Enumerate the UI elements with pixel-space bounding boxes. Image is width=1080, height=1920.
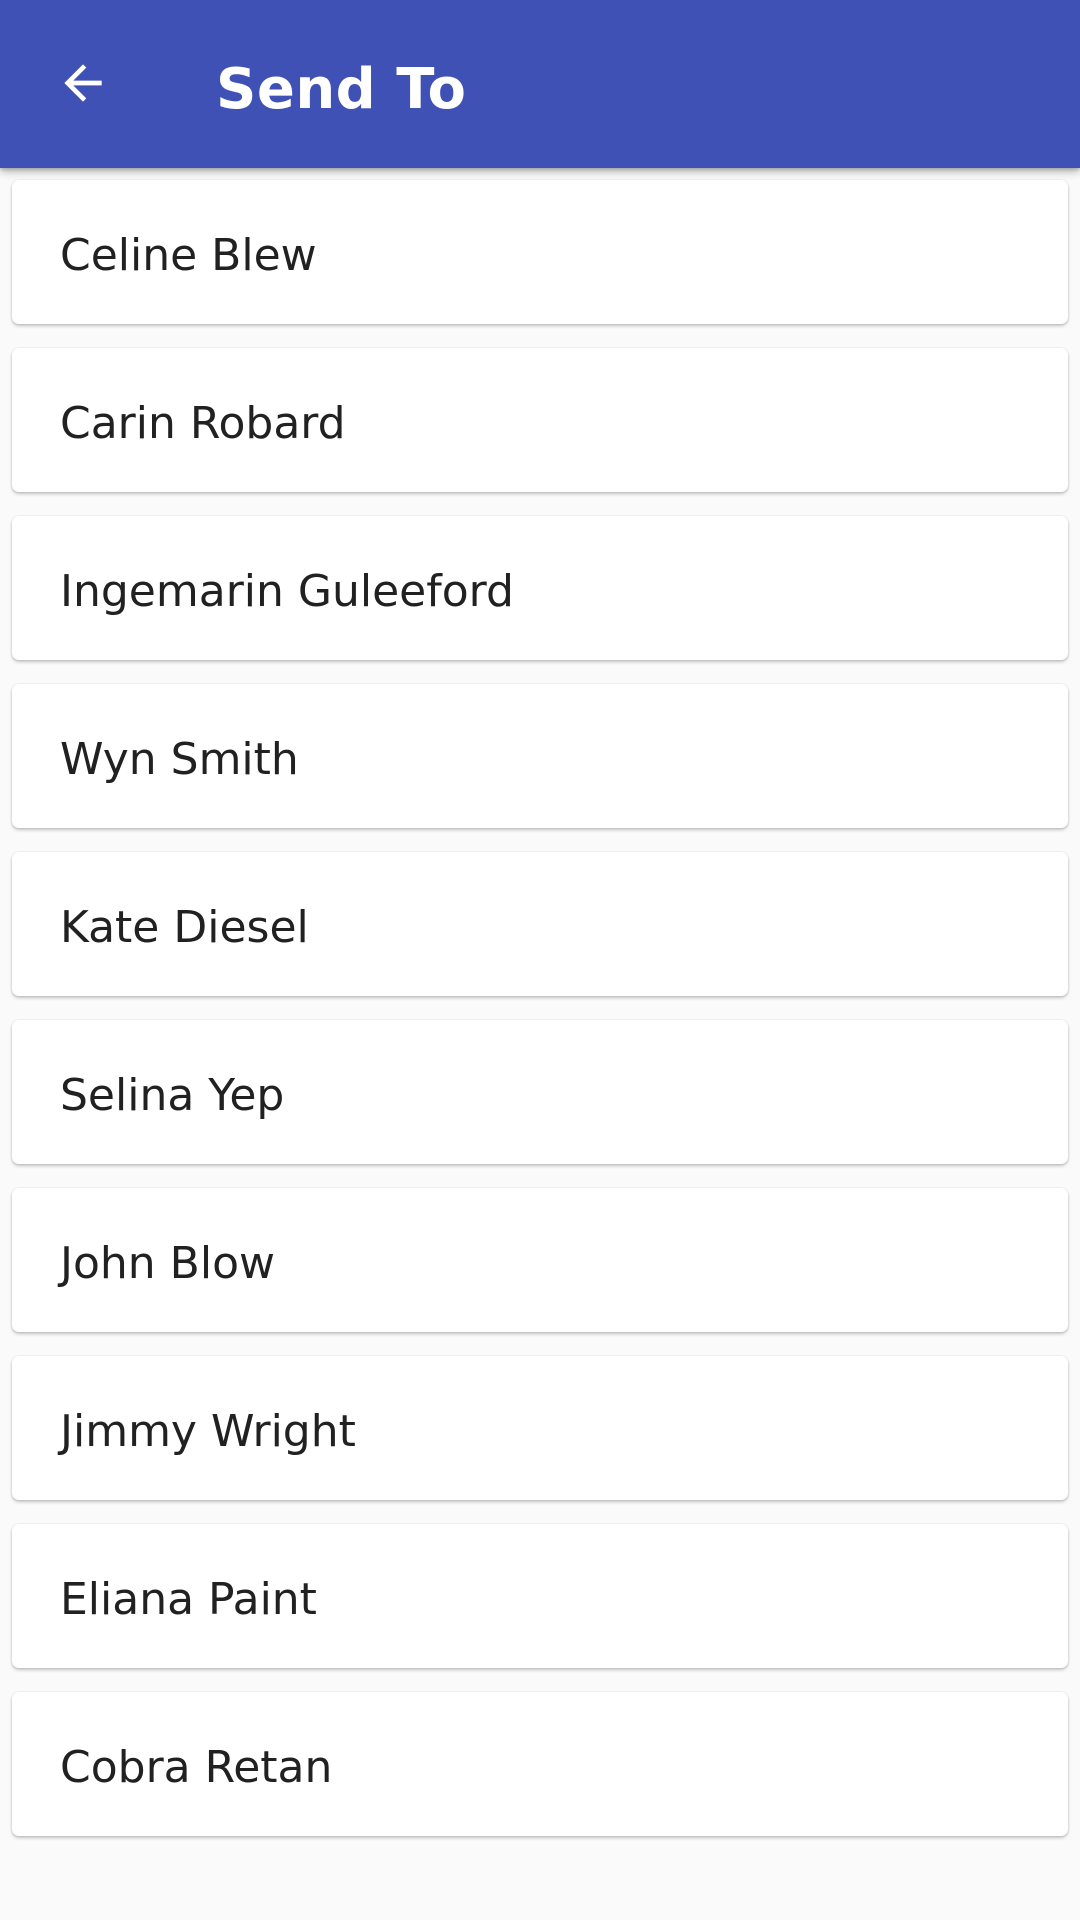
contact-list-item[interactable]: Eliana Paint	[12, 1524, 1068, 1668]
contact-name: Wyn Smith	[60, 733, 299, 785]
contact-list-item[interactable]: John Blow	[12, 1188, 1068, 1332]
contact-list-item[interactable]: Kate Diesel	[12, 852, 1068, 996]
contact-name: John Blow	[60, 1237, 275, 1289]
contact-list-item[interactable]: Selina Yep	[12, 1020, 1068, 1164]
contact-name: Eliana Paint	[60, 1573, 317, 1625]
contact-list-item[interactable]: Carin Robard	[12, 348, 1068, 492]
app-bar: Send To	[0, 0, 1080, 168]
arrow-left-icon	[64, 64, 102, 102]
page-title: Send To	[216, 57, 467, 122]
contact-name: Kate Diesel	[60, 901, 309, 953]
contact-name: Jimmy Wright	[60, 1405, 356, 1457]
contact-list-item[interactable]: Celine Blew	[12, 180, 1068, 324]
contact-name: Ingemarin Guleeford	[60, 565, 514, 617]
contact-list: Celine Blew Carin Robard Ingemarin Gulee…	[12, 180, 1068, 1860]
contact-list-item[interactable]: Ingemarin Guleeford	[12, 516, 1068, 660]
back-button[interactable]	[40, 40, 126, 126]
contact-list-item[interactable]: Cobra Retan	[12, 1692, 1068, 1836]
contact-list-item[interactable]: Jimmy Wright	[12, 1356, 1068, 1500]
contact-list-item[interactable]: Wyn Smith	[12, 684, 1068, 828]
contact-name: Selina Yep	[60, 1069, 285, 1121]
contact-name: Carin Robard	[60, 397, 346, 449]
contact-name: Cobra Retan	[60, 1741, 333, 1793]
contact-name: Celine Blew	[60, 229, 317, 281]
